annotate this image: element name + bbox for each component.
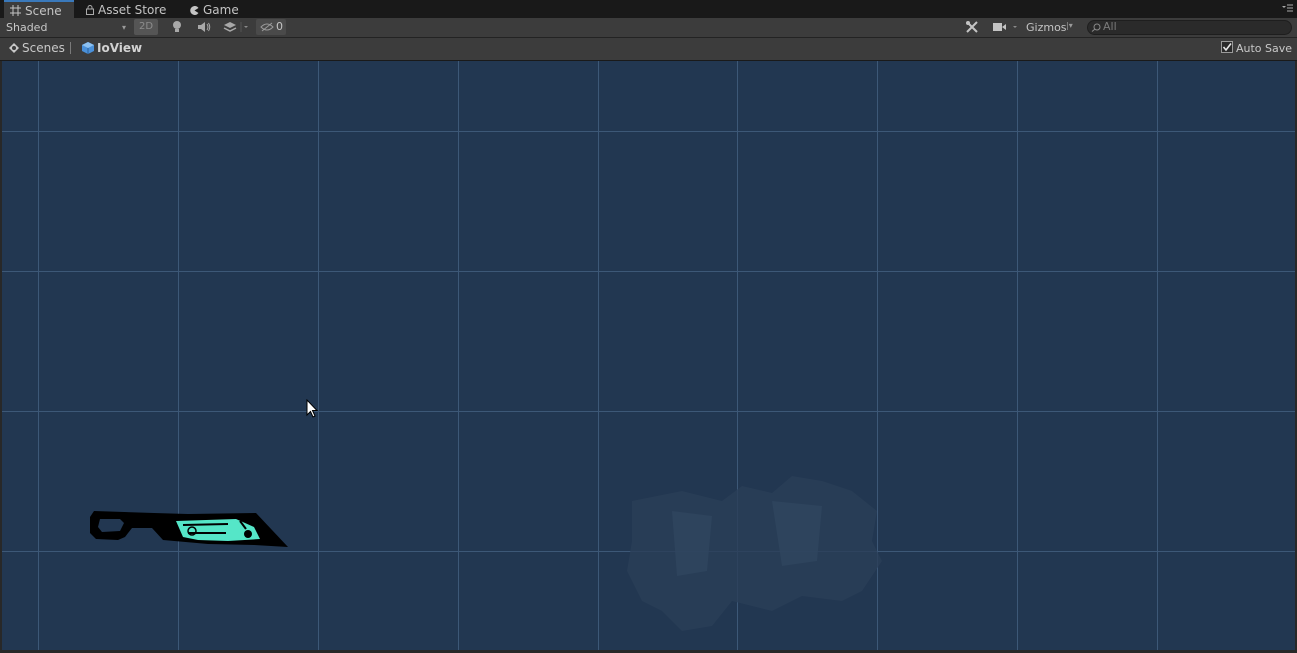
- breadcrumb-separator: [70, 42, 71, 54]
- ghost-sprite: [627, 476, 882, 631]
- grid-line: [38, 61, 39, 650]
- scene-viewport[interactable]: [2, 61, 1295, 650]
- hidden-objects-toggle[interactable]: 0: [256, 19, 286, 35]
- auto-save-toggle[interactable]: Auto Save: [1220, 41, 1292, 55]
- mouse-cursor-icon: [306, 399, 318, 418]
- chevron-down-icon: ▾: [121, 23, 126, 32]
- grid-line: [178, 61, 179, 650]
- breadcrumb-current-label: IoView: [97, 41, 143, 55]
- grid-line: [2, 131, 1295, 132]
- auto-save-checkbox[interactable]: [1220, 41, 1233, 53]
- gizmos-dropdown[interactable]: Gizmos: [1026, 21, 1067, 34]
- auto-save-label: Auto Save: [1235, 42, 1292, 55]
- camera-dropdown-icon[interactable]: [992, 20, 1020, 35]
- breadcrumb-current[interactable]: IoView: [82, 41, 142, 55]
- grid-line: [1017, 61, 1018, 650]
- mode-2d-toggle[interactable]: 2D: [134, 19, 158, 35]
- tab-asset-store-label: Asset Store: [98, 3, 167, 17]
- hidden-objects-count: 0: [276, 20, 283, 33]
- pacman-icon: [190, 3, 199, 19]
- prefab-cube-icon: [82, 42, 94, 54]
- effects-dropdown-icon[interactable]: [223, 20, 251, 35]
- breadcrumb-scenes[interactable]: Scenes: [9, 41, 65, 55]
- grid-line: [598, 61, 599, 650]
- tab-game[interactable]: Game: [190, 2, 239, 18]
- eye-hidden-icon: [260, 22, 274, 32]
- lock-icon: [86, 3, 94, 19]
- search-icon: [1091, 23, 1101, 32]
- grid-line: [2, 411, 1295, 412]
- shading-mode-dropdown[interactable]: Shaded ▾: [6, 20, 128, 35]
- tab-game-label: Game: [203, 3, 239, 17]
- grid-line: [1157, 61, 1158, 650]
- unity-logo-icon: [9, 43, 19, 53]
- editor-tab-bar: Scene Asset Store Game: [0, 0, 1297, 18]
- lighting-toggle-icon[interactable]: [172, 20, 182, 35]
- tab-asset-store[interactable]: Asset Store: [86, 2, 166, 18]
- breadcrumb: Scenes IoView Auto Save: [0, 38, 1297, 61]
- tools-icon[interactable]: [965, 20, 979, 35]
- chevron-down-icon: |▾: [1066, 21, 1073, 30]
- search-input[interactable]: All: [1087, 20, 1292, 35]
- grid-line: [318, 61, 319, 650]
- knife-sprite[interactable]: [88, 507, 292, 551]
- shading-mode-value: Shaded: [6, 21, 48, 34]
- checkmark-icon: [1222, 43, 1232, 52]
- audio-toggle-icon[interactable]: [197, 20, 211, 35]
- scene-toolbar: Shaded ▾ 2D 0 Gizmos |▾ All: [0, 18, 1297, 38]
- grid-line: [458, 61, 459, 650]
- tab-menu-icon[interactable]: [1281, 3, 1293, 13]
- grid-line: [2, 271, 1295, 272]
- search-placeholder: All: [1103, 20, 1117, 33]
- breadcrumb-scenes-label: Scenes: [22, 41, 65, 55]
- tab-scene-label: Scene: [25, 4, 62, 18]
- tab-scene[interactable]: Scene: [4, 0, 74, 18]
